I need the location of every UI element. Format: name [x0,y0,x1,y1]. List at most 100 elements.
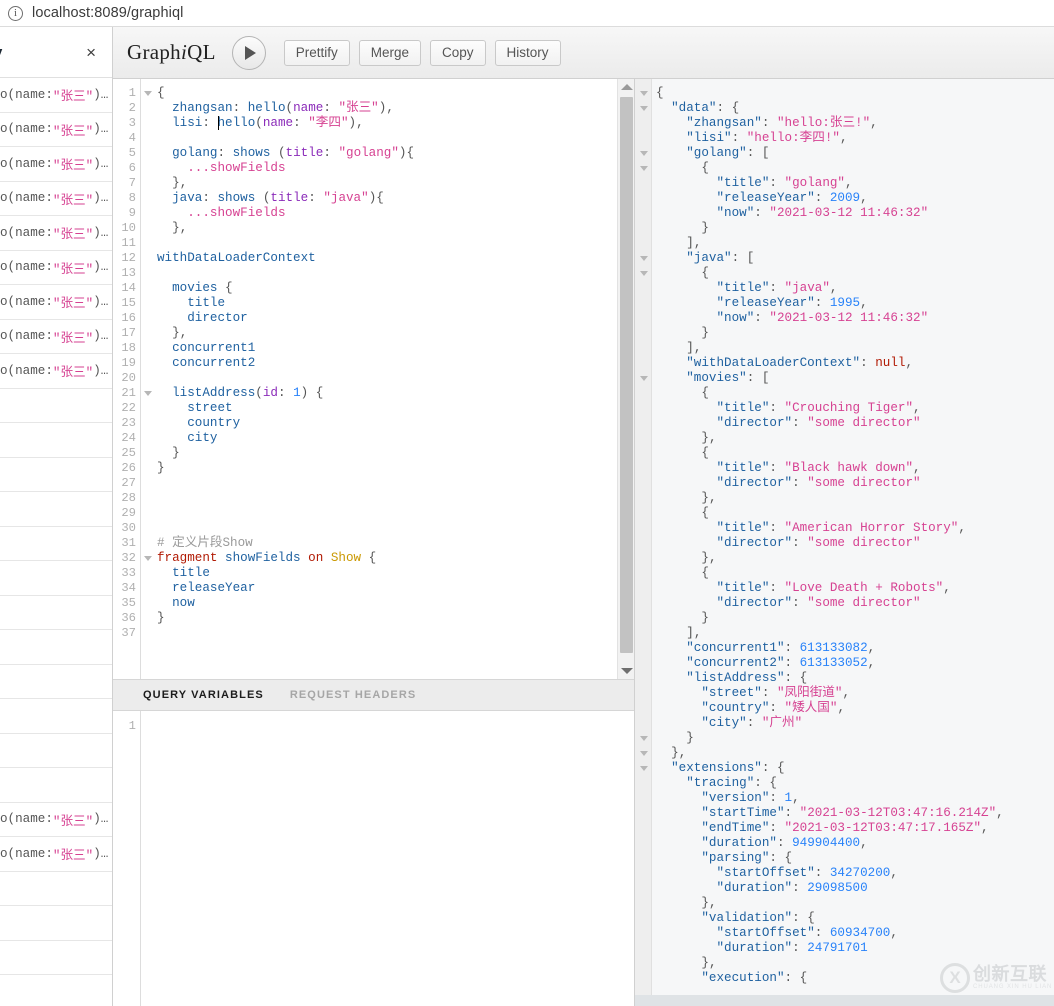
fold-toggle-icon[interactable] [640,736,648,741]
query-code-line[interactable]: movies { [157,281,233,296]
query-code-line[interactable]: title [157,296,225,311]
history-list-item[interactable] [0,630,112,665]
tab-query-variables[interactable]: QUERY VARIABLES [143,689,264,701]
result-code-line: "startOffset": 34270200, [656,866,898,881]
query-line-number: 29 [121,506,136,521]
fold-toggle-icon[interactable] [640,271,648,276]
prettify-button[interactable]: Prettify [284,40,350,66]
history-list-item[interactable] [0,561,112,596]
result-code-line: "parsing": { [656,851,792,866]
variables-codemirror[interactable]: 1 [113,711,634,1006]
history-list-item[interactable]: o(name: "张三")… [0,78,112,113]
history-list-item[interactable]: o(name: "张三")… [0,803,112,838]
query-code-line[interactable]: country [157,416,240,431]
execute-query-button[interactable] [232,36,266,70]
fold-toggle-icon[interactable] [640,256,648,261]
query-code-line[interactable]: director [157,311,248,326]
query-code-line[interactable]: city [157,431,217,446]
query-editor[interactable]: 1234567891011121314151617181920212223242… [113,79,634,679]
history-tab-label[interactable]: y [0,44,2,61]
query-editor-scrollbar[interactable] [617,79,634,679]
query-code-line[interactable]: java: shows (title: "java"){ [157,191,384,206]
query-code-line[interactable]: withDataLoaderContext [157,251,316,266]
fold-toggle-icon[interactable] [640,766,648,771]
query-code-line[interactable]: }, [157,221,187,236]
query-line-number: 11 [121,236,136,251]
history-list-item[interactable] [0,527,112,562]
history-list-item[interactable] [0,975,112,1006]
fold-toggle-icon[interactable] [144,556,152,561]
query-line-number: 31 [121,536,136,551]
fold-toggle-icon[interactable] [144,391,152,396]
query-code-line[interactable]: }, [157,176,187,191]
history-list-item[interactable] [0,699,112,734]
query-codemirror[interactable]: 1234567891011121314151617181920212223242… [113,79,634,679]
result-code-lines[interactable]: { "data": { "zhangsan": "hello:张三!", "li… [652,79,1054,1006]
variables-code-lines[interactable] [154,711,634,1006]
history-list-item[interactable]: o(name: "张三")… [0,354,112,389]
history-list-item[interactable]: o(name: "张三")… [0,320,112,355]
history-list-item[interactable] [0,665,112,700]
tab-request-headers[interactable]: REQUEST HEADERS [290,689,417,701]
history-list-item[interactable] [0,734,112,769]
query-code-line[interactable]: listAddress(id: 1) { [157,386,323,401]
query-code-line[interactable]: concurrent2 [157,356,255,371]
query-code-line[interactable]: }, [157,326,187,341]
result-panel[interactable]: { "data": { "zhangsan": "hello:张三!", "li… [635,79,1054,1006]
scroll-up-arrow-icon[interactable] [621,84,633,90]
history-list-item[interactable]: o(name: "张三")… [0,285,112,320]
history-list-item[interactable] [0,596,112,631]
history-list-item[interactable] [0,768,112,803]
query-code-line[interactable]: ...showFields [157,161,286,176]
history-list-item[interactable] [0,389,112,424]
fold-toggle-icon[interactable] [640,376,648,381]
fold-toggle-icon[interactable] [640,106,648,111]
history-list-item[interactable]: o(name: "张三")… [0,147,112,182]
query-code-line[interactable]: lisi: hello(name: "李四"), [157,116,364,131]
fold-toggle-icon[interactable] [144,91,152,96]
query-code-line[interactable]: } [157,446,180,461]
fold-toggle-icon[interactable] [640,166,648,171]
variables-editor[interactable]: 1 [113,711,634,1006]
history-list-item[interactable]: o(name: "张三")… [0,251,112,286]
query-fold-gutter[interactable] [141,79,154,679]
history-list-item[interactable] [0,872,112,907]
history-button[interactable]: History [495,40,561,66]
watermark: X 创新互联 CHUANG XIN HU LIAN [940,956,1054,1000]
history-list-item[interactable] [0,906,112,941]
query-code-line[interactable]: { [157,86,165,101]
query-code-line[interactable]: ...showFields [157,206,286,221]
query-code-line[interactable]: golang: shows (title: "golang"){ [157,146,414,161]
copy-button[interactable]: Copy [430,40,486,66]
result-code-line: { [656,386,709,401]
history-list-item[interactable]: o(name: "张三")… [0,837,112,872]
query-code-line[interactable]: # 定义片段Show [157,536,253,551]
query-code-line[interactable]: now [157,596,195,611]
history-list-item[interactable] [0,941,112,976]
result-fold-gutter[interactable] [635,79,652,1006]
scrollbar-thumb[interactable] [620,97,633,653]
query-code-line[interactable]: zhangsan: hello(name: "张三"), [157,101,394,116]
query-code-line[interactable]: releaseYear [157,581,255,596]
query-code-line[interactable]: } [157,461,165,476]
history-list-item[interactable] [0,423,112,458]
history-list-item[interactable] [0,492,112,527]
query-code-line[interactable]: fragment showFields on Show { [157,551,376,566]
scroll-down-arrow-icon[interactable] [621,668,633,674]
history-list-item[interactable]: o(name: "张三")… [0,216,112,251]
fold-toggle-icon[interactable] [640,91,648,96]
query-code-line[interactable]: concurrent1 [157,341,255,356]
close-icon[interactable]: × [86,44,96,61]
query-code-line[interactable]: title [157,566,210,581]
query-code-lines[interactable]: { zhangsan: hello(name: "张三"), lisi: hel… [154,79,634,679]
query-code-line[interactable]: street [157,401,233,416]
history-list-item[interactable] [0,458,112,493]
query-code-line[interactable]: } [157,611,165,626]
url-text[interactable]: localhost:8089/graphiql [32,5,183,21]
history-list-item[interactable]: o(name: "张三")… [0,182,112,217]
history-list-item[interactable]: o(name: "张三")… [0,113,112,148]
fold-toggle-icon[interactable] [640,751,648,756]
fold-toggle-icon[interactable] [640,151,648,156]
site-info-icon[interactable]: i [8,6,23,21]
merge-button[interactable]: Merge [359,40,421,66]
